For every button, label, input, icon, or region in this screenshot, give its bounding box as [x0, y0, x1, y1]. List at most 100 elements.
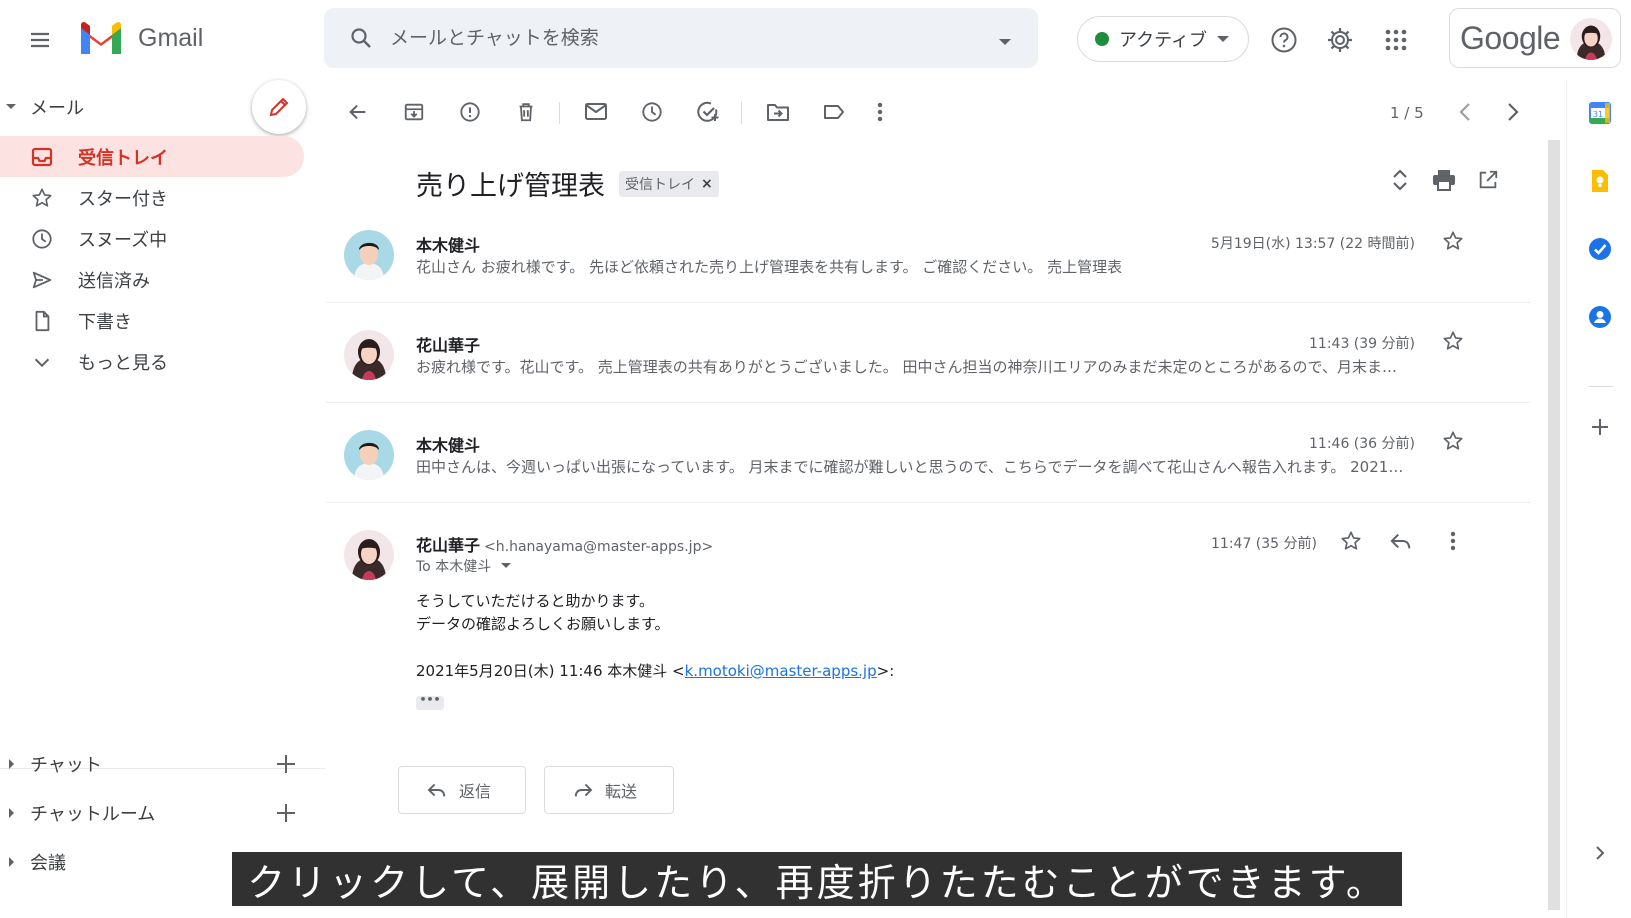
main-menu-button[interactable]	[24, 24, 56, 56]
meet-section-toggle[interactable]: 会議	[8, 847, 66, 877]
older-button[interactable]	[1499, 98, 1527, 126]
expanded-header[interactable]: 花山華子 <h.hanayama@master-apps.jp>	[416, 532, 713, 556]
print-button[interactable]	[1430, 166, 1458, 194]
quoted-email-link[interactable]: k.motoki@master-apps.jp	[685, 662, 877, 680]
archive-icon	[404, 103, 424, 121]
add-task-button[interactable]	[694, 98, 722, 126]
arrow-left-icon	[349, 104, 366, 120]
collapsed-message[interactable]: 本木健斗 花山さん お疲れ様です。 先ほど依頼された売り上げ管理表を共有します。…	[326, 220, 1531, 310]
google-account-area[interactable]: Google	[1449, 8, 1621, 68]
get-addons-button[interactable]	[1587, 414, 1613, 440]
woman-avatar-icon	[344, 330, 394, 380]
delete-button[interactable]	[512, 98, 540, 126]
status-dropdown[interactable]: アクティブ	[1077, 16, 1249, 62]
sidebar-item-starred[interactable]: スター付き	[0, 177, 304, 218]
new-chat-button[interactable]	[274, 752, 298, 776]
message-snippet: お疲れ様です。花山です。 売上管理表の共有ありがとうございました。 田中さん担当…	[416, 358, 1397, 376]
show-trimmed-button[interactable]: •••	[416, 694, 444, 710]
archive-button[interactable]	[400, 98, 428, 126]
help-icon	[1271, 27, 1297, 53]
remove-label-button[interactable]: ×	[701, 176, 713, 192]
sidebar-item-sent[interactable]: 送信済み	[0, 259, 304, 300]
recipient-details[interactable]: To 本木健斗	[416, 556, 512, 576]
sidebar-item-more[interactable]: もっと見る	[0, 341, 304, 382]
status-dot	[1095, 32, 1109, 46]
reply-icon-button[interactable]	[1388, 528, 1414, 554]
collapsed-message[interactable]: 本木健斗 田中さんは、今週いっぱい出張になっています。 月末までに確認が難しいと…	[326, 420, 1531, 510]
tasks-button[interactable]	[1587, 236, 1613, 262]
report-icon	[460, 102, 480, 122]
more-options-button[interactable]	[866, 98, 894, 126]
pencil-icon	[269, 97, 289, 117]
newer-button[interactable]	[1451, 98, 1479, 126]
apps-button[interactable]	[1378, 22, 1414, 58]
keep-button[interactable]	[1587, 168, 1613, 194]
hamburger-icon	[31, 32, 49, 48]
search-bar[interactable]	[324, 8, 1038, 68]
chat-section-toggle[interactable]: チャット	[8, 749, 102, 779]
message-time: 11:46 (36 分前)	[1309, 436, 1415, 452]
keep-icon	[1592, 170, 1608, 192]
sidebar-item-inbox[interactable]: 受信トレイ	[0, 136, 304, 177]
mail-nav: 受信トレイ スター付き スヌーズ中 送信済み 下書き もっと見る	[0, 136, 318, 382]
thread-header: 売り上げ管理表 受信トレイ ×	[416, 164, 719, 203]
meet-section-label: 会議	[30, 853, 66, 874]
star-button[interactable]	[1440, 328, 1466, 354]
message-more-button[interactable]	[1440, 528, 1466, 554]
caret-down-icon	[1217, 36, 1230, 42]
star-button[interactable]	[1440, 428, 1466, 454]
reply-button-label: 返信	[459, 782, 492, 801]
star-button[interactable]	[1440, 228, 1466, 254]
rooms-section-toggle[interactable]: チャットルーム	[8, 798, 155, 828]
search-input[interactable]	[390, 27, 970, 49]
mail-section-toggle[interactable]: メール	[6, 94, 84, 120]
compose-button[interactable]	[252, 80, 306, 134]
woman-avatar-icon	[1570, 18, 1612, 60]
chevron-left-icon	[1459, 103, 1470, 121]
star-icon	[30, 186, 54, 210]
thread-view: 1 / 5 売り上げ管理表 受信トレイ × 本木健斗 花山さん お疲れ様です。 …	[326, 80, 1560, 918]
more-vert-icon	[877, 102, 883, 122]
reply-button[interactable]: 返信	[398, 766, 526, 814]
open-new-window-button[interactable]	[1474, 166, 1502, 194]
rail-divider	[1589, 386, 1613, 387]
sidebar-item-label: スヌーズ中	[78, 229, 168, 251]
sidebar-item-drafts[interactable]: 下書き	[0, 300, 304, 341]
scrollbar[interactable]	[1548, 140, 1560, 910]
snooze-button[interactable]	[638, 98, 666, 126]
clock-icon	[30, 227, 54, 251]
show-side-panel-button[interactable]	[1587, 840, 1613, 866]
labels-button[interactable]	[820, 98, 848, 126]
search-button[interactable]	[346, 23, 376, 53]
collapsed-message[interactable]: 花山華子 お疲れ様です。花山です。 売上管理表の共有ありがとうございました。 田…	[326, 320, 1531, 410]
settings-button[interactable]	[1322, 22, 1358, 58]
expand-all-button[interactable]	[1386, 166, 1414, 194]
new-room-button[interactable]	[274, 801, 298, 825]
contacts-button[interactable]	[1587, 304, 1613, 330]
sidebar-item-snoozed[interactable]: スヌーズ中	[0, 218, 304, 259]
account-avatar[interactable]	[1570, 18, 1612, 60]
recipient-line: To 本木健斗	[416, 559, 492, 575]
forward-button[interactable]: 転送	[544, 766, 674, 814]
trash-icon	[519, 103, 533, 122]
move-to-button[interactable]	[764, 98, 792, 126]
chat-section-label: チャット	[30, 755, 102, 776]
star-button[interactable]	[1338, 528, 1364, 554]
gmail-logo[interactable]: Gmail	[78, 20, 203, 56]
back-button[interactable]	[344, 98, 372, 126]
inbox-icon	[30, 145, 54, 169]
support-button[interactable]	[1266, 22, 1302, 58]
calendar-button[interactable]: 31	[1587, 100, 1613, 126]
gear-icon	[1328, 28, 1352, 52]
forward-icon	[573, 782, 593, 798]
mark-unread-button[interactable]	[582, 98, 610, 126]
caret-down-icon	[999, 39, 1011, 45]
sidebar-item-label: 送信済み	[78, 270, 150, 292]
inbox-label-chip[interactable]: 受信トレイ ×	[619, 170, 719, 197]
search-options-button[interactable]	[998, 32, 1012, 51]
open-in-new-icon	[1479, 170, 1498, 189]
report-spam-button[interactable]	[456, 98, 484, 126]
sidebar-item-label: もっと見る	[78, 352, 168, 374]
chevron-down-icon	[30, 350, 54, 374]
mail-icon	[585, 103, 607, 120]
